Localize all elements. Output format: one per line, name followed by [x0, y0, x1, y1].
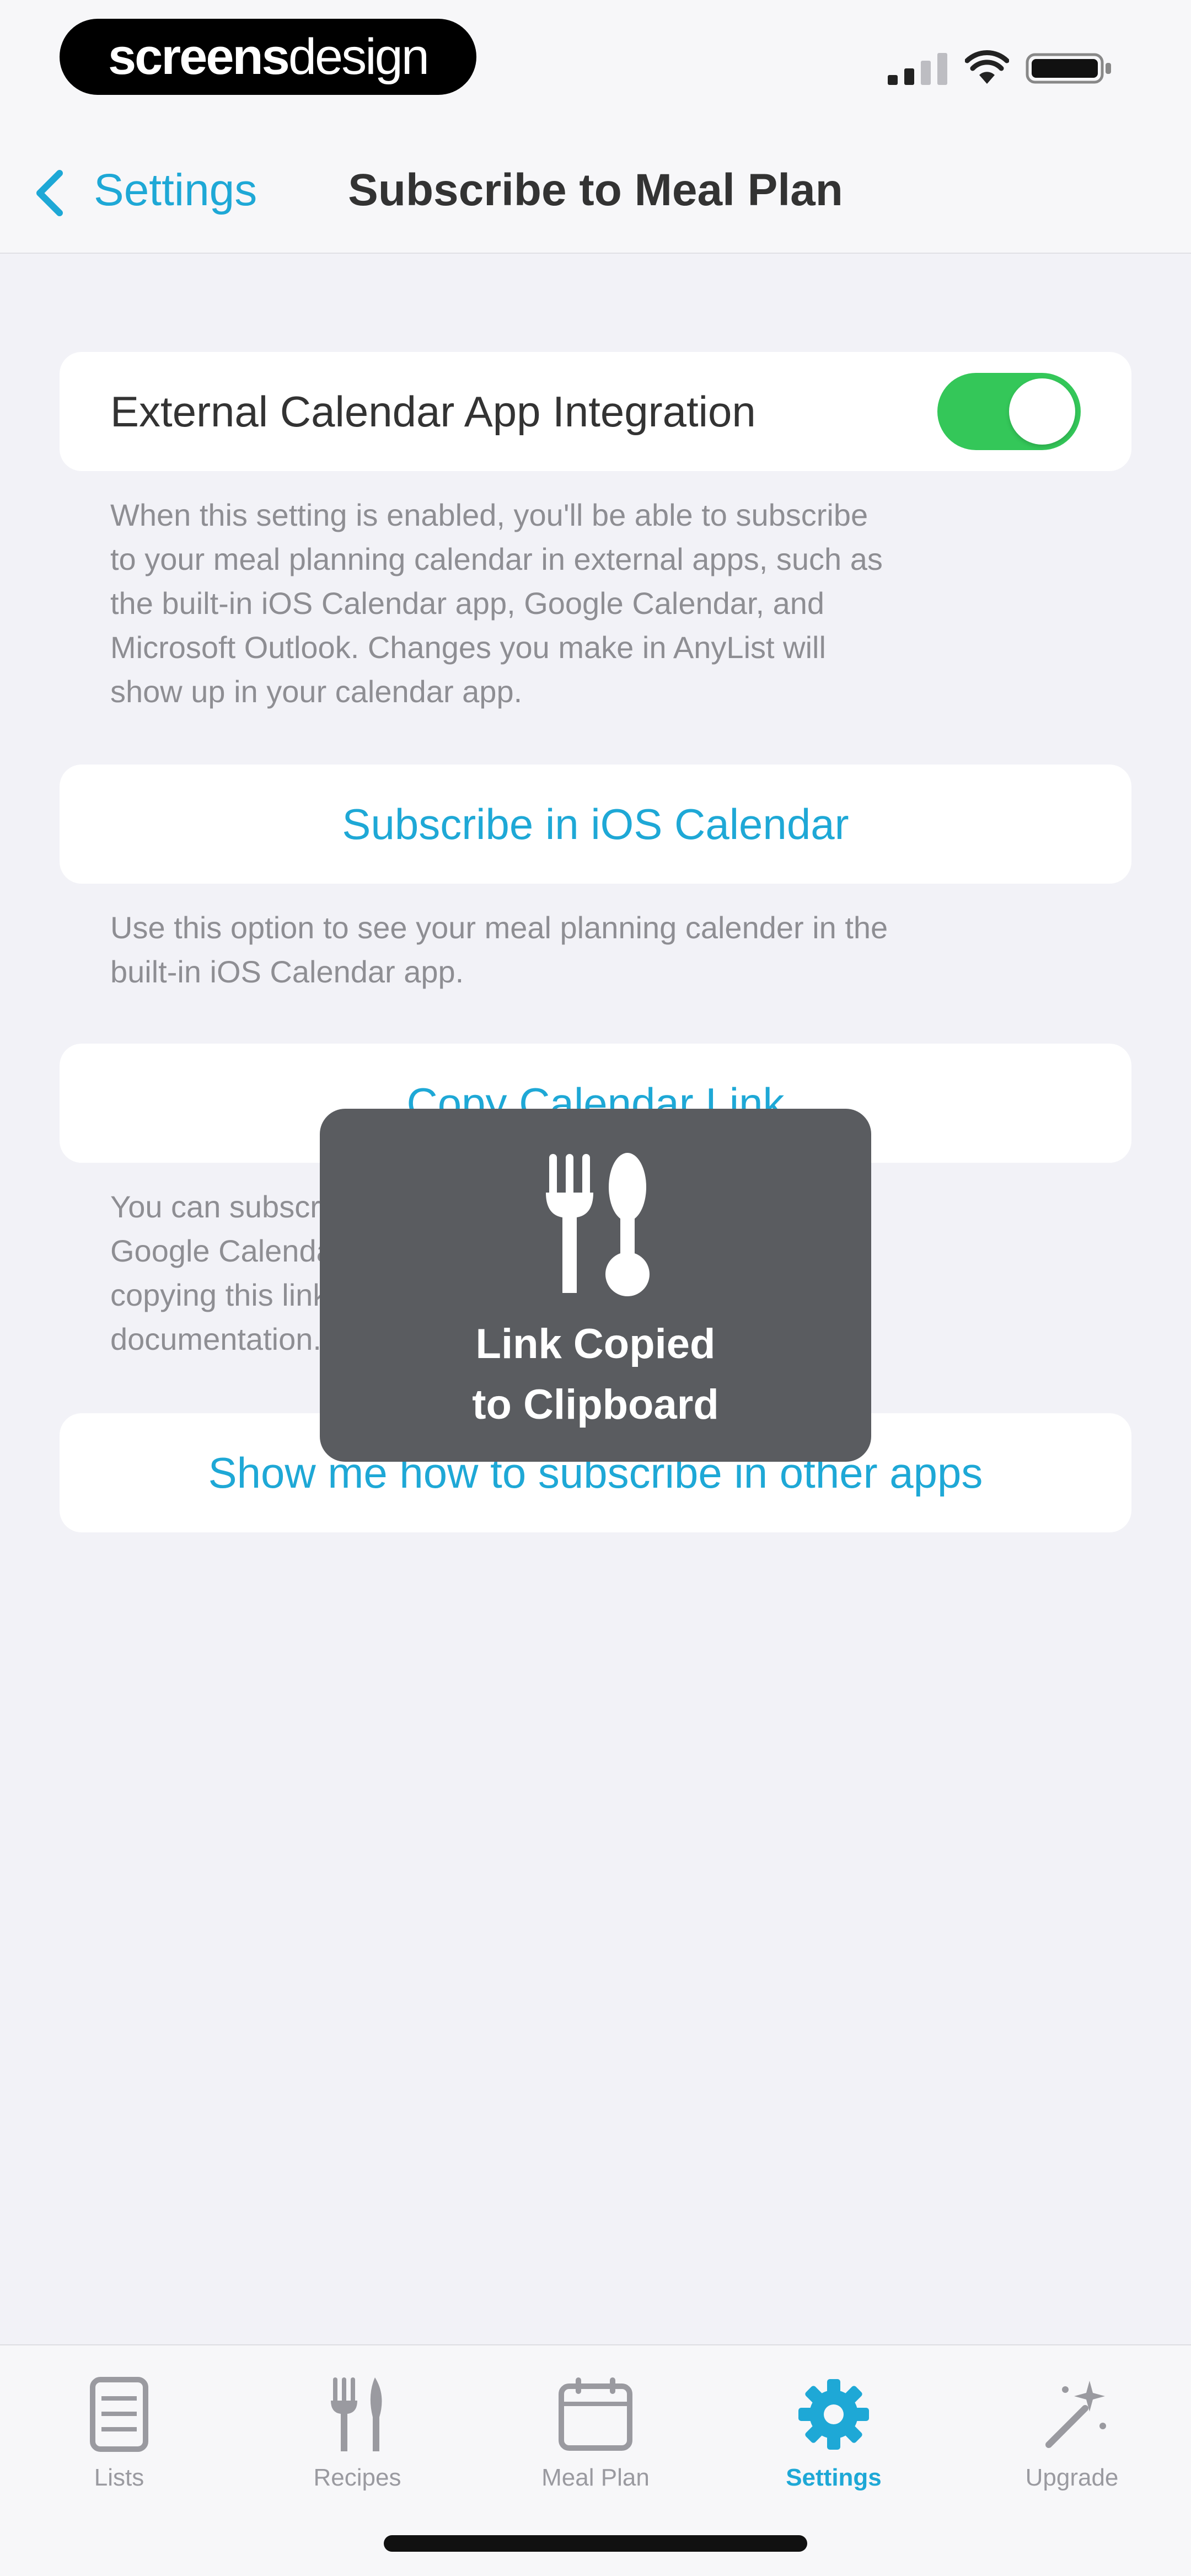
integration-description-line: the built-in iOS Calendar app, Google Ca…	[110, 586, 825, 621]
wifi-icon	[965, 50, 1009, 84]
integration-card: External Calendar App Integration	[60, 352, 1131, 471]
back-label: Settings	[94, 165, 257, 215]
integration-description: When this setting is enabled, you'll be …	[110, 493, 1081, 714]
battery-icon	[1026, 53, 1111, 84]
home-indicator[interactable]	[384, 2535, 807, 2552]
tab-label: Upgrade	[1025, 2464, 1119, 2491]
tab-lists[interactable]: Lists	[0, 2362, 238, 2511]
toast-line1: Link Copied	[475, 1321, 716, 1367]
brand-logo-part2: design	[288, 29, 430, 85]
nav-bar: Settings Subscribe to Meal Plan	[0, 121, 1191, 254]
back-button[interactable]: Settings	[33, 160, 287, 221]
toast-line2: to Clipboard	[472, 1381, 719, 1428]
subscribe-ios-calendar-button[interactable]: Subscribe in iOS Calendar	[60, 765, 1131, 884]
link-copied-toast: Link Copied to Clipboard	[320, 1109, 871, 1462]
integration-description-line: Microsoft Outlook. Changes you make in A…	[110, 630, 826, 665]
brand-logo-part1: screens	[108, 29, 290, 85]
subscribe-ios-calendar-label: Subscribe in iOS Calendar	[342, 800, 849, 848]
brand-logo: screensdesign	[60, 19, 476, 95]
ios-calendar-description-line: built-in iOS Calendar app.	[110, 954, 464, 989]
tab-upgrade[interactable]: Upgrade	[953, 2362, 1191, 2511]
tab-recipes[interactable]: Recipes	[238, 2362, 476, 2511]
calendar-icon	[559, 2377, 632, 2451]
gear-icon	[798, 2379, 869, 2450]
page-title: Subscribe to Meal Plan	[348, 165, 843, 215]
fork-knife-icon	[331, 2377, 382, 2451]
status-icons	[888, 49, 1119, 87]
magic-wand-icon	[1045, 2381, 1106, 2448]
signal-icon	[888, 53, 947, 85]
status-bar: screensdesign	[0, 0, 1191, 121]
integration-toggle[interactable]	[937, 373, 1081, 450]
screen: screensdesign Settings Subscribe to Meal…	[0, 0, 1191, 2576]
integration-description-line: to your meal planning calendar in extern…	[110, 542, 883, 576]
fork-spoon-icon	[546, 1153, 650, 1296]
tab-label: Recipes	[313, 2464, 401, 2491]
toggle-knob	[1009, 378, 1075, 445]
tab-label: Settings	[786, 2464, 882, 2491]
integration-label: External Calendar App Integration	[110, 387, 756, 436]
tab-label: Lists	[94, 2464, 144, 2491]
tab-label: Meal Plan	[541, 2464, 650, 2491]
chevron-left-icon	[36, 170, 63, 216]
ios-calendar-description-line: Use this option to see your meal plannin…	[110, 910, 888, 945]
tab-meal-plan[interactable]: Meal Plan	[476, 2362, 715, 2511]
integration-description-line: When this setting is enabled, you'll be …	[110, 498, 868, 532]
lists-icon	[90, 2377, 148, 2452]
integration-description-line: show up in your calendar app.	[110, 674, 523, 709]
ios-calendar-description: Use this option to see your meal plannin…	[110, 906, 1081, 994]
tab-settings[interactable]: Settings	[715, 2362, 953, 2511]
